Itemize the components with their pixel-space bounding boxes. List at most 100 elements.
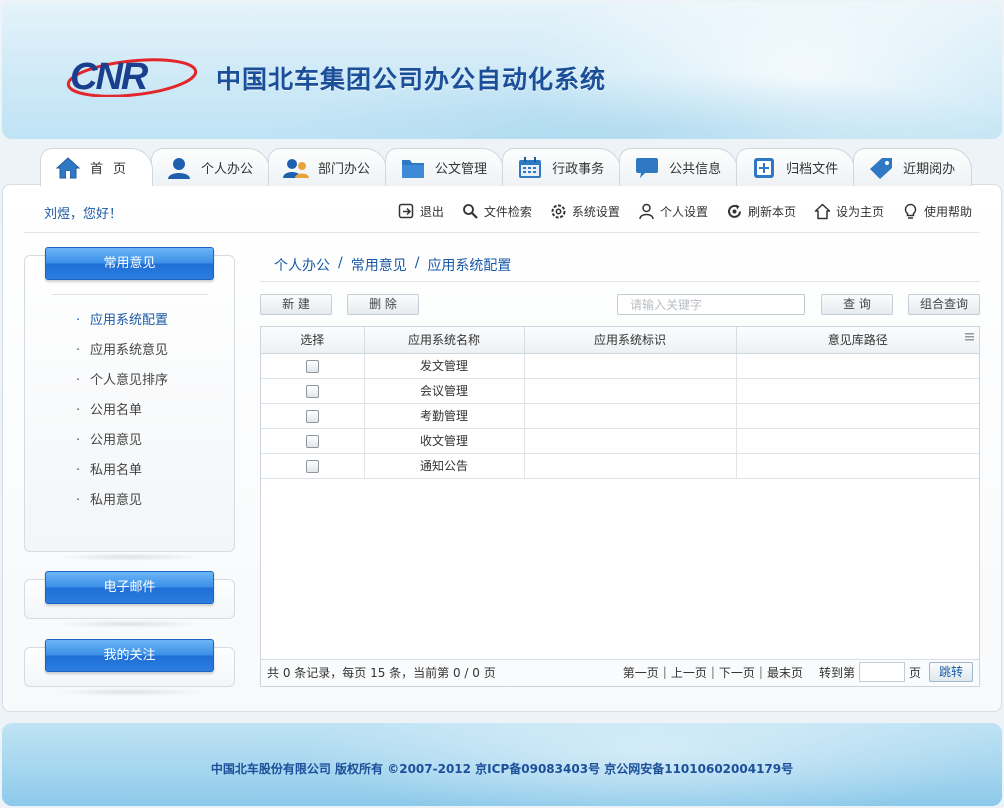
next-page-link[interactable]: 下一页 — [719, 664, 755, 681]
archive-plus-icon — [751, 155, 777, 181]
data-table: 选择 应用系统名称 应用系统标识 意见库路径 发文管理 会议管理 考勤管理 收文… — [261, 327, 979, 479]
first-page-link[interactable]: 第一页 — [623, 664, 659, 681]
lightbulb-icon — [904, 203, 917, 219]
logout-icon — [398, 203, 414, 218]
calendar-icon — [517, 155, 543, 181]
search-icon — [463, 203, 478, 219]
file-search-button[interactable]: 文件检索 — [462, 201, 532, 221]
refresh-page-button[interactable]: 刷新本页 — [726, 201, 796, 221]
table-row[interactable]: 收文管理 — [261, 428, 979, 454]
cell-identifier — [524, 428, 737, 454]
tab-document-management[interactable]: 公文管理 — [385, 148, 505, 186]
cell-path — [736, 353, 979, 379]
row-select-checkbox[interactable] — [305, 384, 319, 398]
tab-recent-reading[interactable]: 近期阅办 — [853, 148, 973, 186]
breadcrumb-divider — [260, 281, 980, 282]
sidebar-menu: · 应用系统配置 · 应用系统意见 · 个人意见排序 · 公用名单 · 公用意见 · 私用名… — [76, 306, 168, 516]
breadcrumb-item-current: 应用系统配置 — [427, 258, 512, 274]
svg-text:CNR: CNR — [70, 56, 149, 97]
sidebar-item-private-list[interactable]: · 私用名单 — [76, 456, 168, 486]
app-system-config-grid: 选择 应用系统名称 应用系统标识 意见库路径 发文管理 会议管理 考勤管理 收文… — [260, 326, 980, 687]
cell-path — [736, 453, 979, 479]
cell-name: 收文管理 — [364, 428, 525, 454]
tab-home[interactable]: 首页 — [40, 148, 154, 186]
cell-identifier — [524, 453, 737, 479]
table-row[interactable]: 考勤管理 — [261, 403, 979, 429]
breadcrumb: 个人办公 / 常用意见 / 应用系统配置 — [274, 255, 511, 275]
keyword-search-input[interactable] — [617, 294, 805, 315]
table-row[interactable]: 会议管理 — [261, 378, 979, 404]
last-page-link[interactable]: 最末页 — [767, 664, 803, 681]
row-select-checkbox[interactable] — [305, 434, 319, 448]
cell-name: 通知公告 — [364, 453, 525, 479]
sidebar-item-public-opinions[interactable]: · 公用意见 — [76, 426, 168, 456]
cell-identifier — [524, 403, 737, 429]
column-header-identifier[interactable]: 应用系统标识 — [524, 327, 737, 354]
cell-identifier — [524, 353, 737, 379]
table-row[interactable]: 通知公告 — [261, 453, 979, 479]
user-greeting: 刘煜，您好！ — [44, 207, 123, 222]
row-select-checkbox[interactable] — [305, 459, 319, 473]
sidebar-section-email[interactable]: 电子邮件 — [45, 571, 214, 604]
set-homepage-button[interactable]: 设为主页 — [814, 201, 884, 221]
gear-icon — [551, 204, 566, 218]
cnr-logo: CNR — [66, 56, 198, 97]
cell-path — [736, 428, 979, 454]
personal-settings-button[interactable]: 个人设置 — [638, 201, 708, 221]
page-unit-label: 页 — [908, 665, 921, 680]
logout-button[interactable]: 退出 — [398, 201, 444, 221]
home-icon — [55, 155, 81, 181]
delete-button[interactable]: 删 除 — [347, 294, 419, 315]
query-button[interactable]: 查 询 — [821, 294, 893, 315]
toolbar-divider — [24, 232, 980, 233]
system-settings-button[interactable]: 系统设置 — [550, 201, 620, 221]
record-summary: 共 0 条记录，每页 15 条，当前第 0 / 0 页 — [267, 666, 496, 680]
column-header-name[interactable]: 应用系统名称 — [364, 327, 525, 354]
column-menu-icon[interactable] — [965, 333, 974, 341]
breadcrumb-separator: / — [414, 255, 420, 271]
sidebar-item-public-list[interactable]: · 公用名单 — [76, 396, 168, 426]
tag-icon — [868, 155, 894, 181]
table-header-row: 选择 应用系统名称 应用系统标识 意见库路径 — [261, 327, 979, 354]
column-header-select: 选择 — [261, 327, 365, 354]
tab-public-information[interactable]: 公共信息 — [619, 148, 739, 186]
cell-identifier — [524, 378, 737, 404]
group-icon — [283, 155, 310, 181]
pagination-bar: 共 0 条记录，每页 15 条，当前第 0 / 0 页 第一页 | 上一页 | … — [261, 659, 979, 686]
sidebar-section-my-follows[interactable]: 我的关注 — [45, 639, 214, 672]
new-button[interactable]: 新 建 — [260, 294, 332, 315]
sidebar-item-personal-opinion-order[interactable]: · 个人意见排序 — [76, 366, 168, 396]
prev-page-link[interactable]: 上一页 — [671, 664, 707, 681]
sidebar-divider — [52, 294, 208, 295]
sidebar-item-app-system-opinions[interactable]: · 应用系统意见 — [76, 336, 168, 366]
breadcrumb-item[interactable]: 个人办公 — [274, 255, 330, 275]
breadcrumb-separator: / — [338, 255, 343, 271]
top-toolbar: 退出 文件检索 系统设置 个人设置 刷新本页 设为主页 使用帮助 — [398, 201, 972, 221]
help-button[interactable]: 使用帮助 — [902, 201, 972, 221]
tab-personal-office[interactable]: 个人办公 — [151, 148, 271, 186]
cell-path — [736, 403, 979, 429]
cell-name: 考勤管理 — [364, 403, 525, 429]
combined-query-button[interactable]: 组合查询 — [908, 294, 980, 315]
chat-bubble-icon — [634, 155, 660, 181]
row-select-checkbox[interactable] — [305, 359, 319, 373]
breadcrumb-item[interactable]: 常用意见 — [351, 255, 407, 275]
copyright-text: 中国北车股份有限公司 版权所有 ©2007-2012 京ICP备09083403… — [210, 762, 794, 776]
tab-archived-files[interactable]: 归档文件 — [736, 148, 856, 186]
table-row[interactable]: 发文管理 — [261, 353, 979, 379]
sidebar-item-app-system-config[interactable]: · 应用系统配置 — [76, 306, 168, 336]
cell-name: 发文管理 — [364, 353, 525, 379]
pagination-nav: 第一页 | 上一页 | 下一页 | 最末页 转到第 页 跳转 — [623, 662, 973, 682]
tab-administrative-affairs[interactable]: 行政事务 — [502, 148, 622, 186]
system-title: 中国北车集团公司办公自动化系统 — [216, 65, 607, 94]
house-outline-icon — [814, 203, 831, 219]
sidebar-section-common-opinions[interactable]: 常用意见 — [45, 247, 214, 280]
main-nav-tabs: 首页 个人办公 部门办公 公文管理 行政事务 公共信息 归档文件 近期阅办 — [40, 148, 973, 186]
column-header-path[interactable]: 意见库路径 — [736, 327, 979, 354]
person-icon — [639, 203, 654, 219]
tab-department-office[interactable]: 部门办公 — [268, 148, 388, 186]
goto-page-input[interactable] — [858, 662, 905, 682]
sidebar-item-private-opinions[interactable]: · 私用意见 — [76, 486, 168, 516]
row-select-checkbox[interactable] — [305, 409, 319, 423]
jump-button[interactable]: 跳转 — [929, 662, 973, 682]
